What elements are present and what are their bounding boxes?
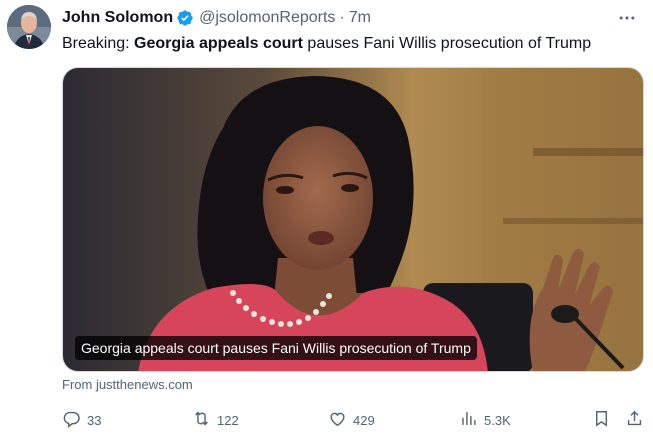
views-icon bbox=[459, 409, 478, 431]
tweet-text: Breaking: Georgia appeals court pauses F… bbox=[62, 33, 639, 55]
views-count: 5.3K bbox=[484, 412, 511, 428]
reply-count: 33 bbox=[87, 412, 102, 428]
views-button[interactable]: 5.3K bbox=[459, 407, 511, 433]
repost-button[interactable]: 122 bbox=[192, 407, 239, 433]
news-photo bbox=[63, 68, 643, 371]
repost-icon bbox=[192, 409, 211, 431]
like-count: 429 bbox=[353, 412, 375, 428]
tweet-header: John Solomon @jsolomonReports · 7m bbox=[62, 7, 639, 29]
repost-count: 122 bbox=[217, 412, 239, 428]
author-name[interactable]: John Solomon bbox=[62, 8, 173, 28]
verified-badge-icon[interactable] bbox=[176, 9, 194, 27]
tweet-text-suffix: pauses Fani Willis prosecution of Trump bbox=[302, 35, 592, 52]
action-bar: 33 122 429 5.3K bbox=[62, 407, 643, 433]
author-handle[interactable]: @jsolomonReports bbox=[199, 8, 335, 28]
reply-button[interactable]: 33 bbox=[62, 407, 101, 433]
media-caption: Georgia appeals court pauses Fani Willis… bbox=[75, 336, 477, 360]
like-button[interactable]: 429 bbox=[328, 407, 375, 433]
more-icon[interactable] bbox=[615, 7, 639, 29]
media-card[interactable]: Georgia appeals court pauses Fani Willis… bbox=[62, 67, 644, 372]
reply-icon bbox=[62, 409, 81, 431]
tweet-text-bold: Georgia appeals court bbox=[134, 35, 303, 52]
share-icon bbox=[625, 409, 644, 431]
bookmark-button[interactable] bbox=[592, 407, 611, 433]
avatar[interactable] bbox=[7, 5, 51, 49]
timestamp[interactable]: 7m bbox=[349, 8, 371, 28]
bookmark-icon bbox=[592, 409, 611, 431]
separator-dot: · bbox=[339, 9, 345, 26]
avatar-image bbox=[7, 5, 51, 49]
share-button[interactable] bbox=[625, 407, 644, 433]
like-icon bbox=[328, 409, 347, 431]
tweet-text-prefix: Breaking: bbox=[62, 35, 135, 52]
source-link[interactable]: From justthenews.com bbox=[62, 376, 193, 394]
